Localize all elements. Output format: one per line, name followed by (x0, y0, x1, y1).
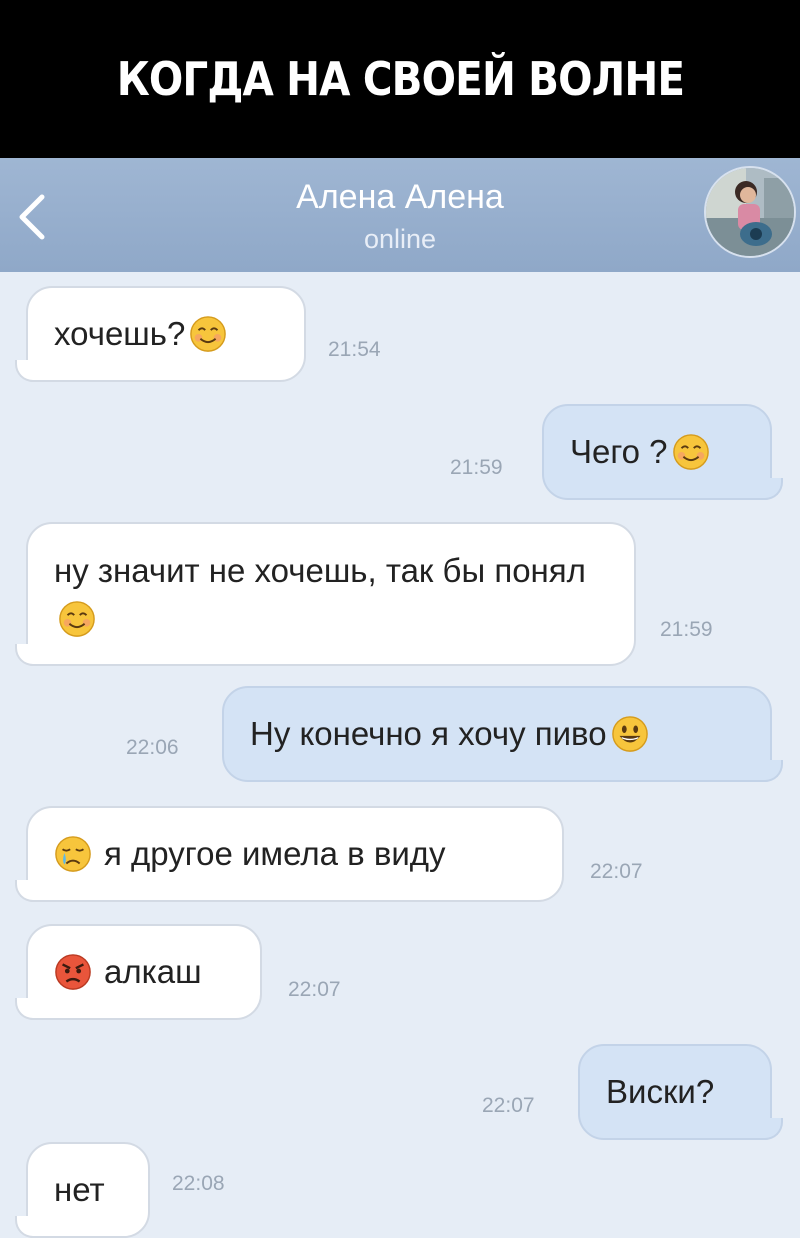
message-text: я другое имела в виду (104, 834, 446, 872)
message-time: 22:07 (482, 1094, 535, 1117)
message-bubble-incoming[interactable]: хочешь? (15, 286, 306, 382)
avatar-photo (706, 168, 794, 256)
message-time: 22:07 (288, 978, 341, 1001)
message-bubble-outgoing[interactable]: Виски? (578, 1044, 783, 1140)
smiling-blush-emoji-icon (59, 601, 95, 638)
message-bubble-incoming[interactable]: алкаш (15, 924, 262, 1020)
message-list[interactable]: хочешь? 21:54 21:59 Чего ? ну значит не … (0, 272, 800, 1238)
message-text: алкаш (104, 952, 202, 990)
contact-name[interactable]: Алена Алена (0, 178, 800, 217)
message-time: 22:08 (172, 1172, 225, 1195)
smiling-blush-emoji-icon (672, 434, 709, 470)
bubble-tail (761, 760, 783, 782)
chat-header: Алена Алена online (0, 158, 800, 272)
message-bubble-incoming[interactable]: я другое имела в виду (15, 806, 564, 902)
message-time: 22:06 (126, 736, 179, 759)
message-text: нет (54, 1170, 105, 1208)
message-text: хочешь? (54, 314, 186, 352)
banner-text: КОГДА НА СВОЕЙ ВОЛНЕ (116, 52, 684, 106)
bubble-tail (761, 1118, 783, 1140)
smiling-blush-emoji-icon (190, 316, 227, 352)
avatar[interactable] (704, 166, 796, 258)
message-text: Виски? (606, 1072, 715, 1110)
message-time: 21:54 (328, 338, 381, 361)
message-time: 21:59 (450, 456, 503, 479)
message-text: Чего ? (570, 432, 668, 470)
message-text: ну значит не хочешь, так бы понял (54, 548, 594, 640)
bubble-tail (15, 1216, 37, 1238)
message-time: 22:07 (590, 860, 643, 883)
bubble-tail (15, 360, 37, 382)
bubble-tail (761, 478, 783, 500)
angry-face-emoji-icon (55, 954, 91, 990)
message-bubble-outgoing[interactable]: Ну конечно я хочу пиво (222, 686, 783, 782)
message-bubble-outgoing[interactable]: Чего ? (542, 404, 783, 500)
message-bubble-incoming[interactable]: нет (15, 1142, 150, 1238)
online-status: online (363, 224, 437, 254)
meme-banner: КОГДА НА СВОЕЙ ВОЛНЕ (0, 0, 800, 158)
bubble-tail (15, 880, 37, 902)
message-text: Ну конечно я хочу пиво (250, 714, 607, 752)
bubble-tail (15, 998, 37, 1020)
bubble-tail (15, 644, 37, 666)
grinning-emoji-icon (611, 716, 648, 752)
message-bubble-incoming[interactable]: ну значит не хочешь, так бы понял (15, 522, 636, 666)
crying-emoji-icon (55, 836, 91, 872)
message-time: 21:59 (660, 618, 713, 641)
